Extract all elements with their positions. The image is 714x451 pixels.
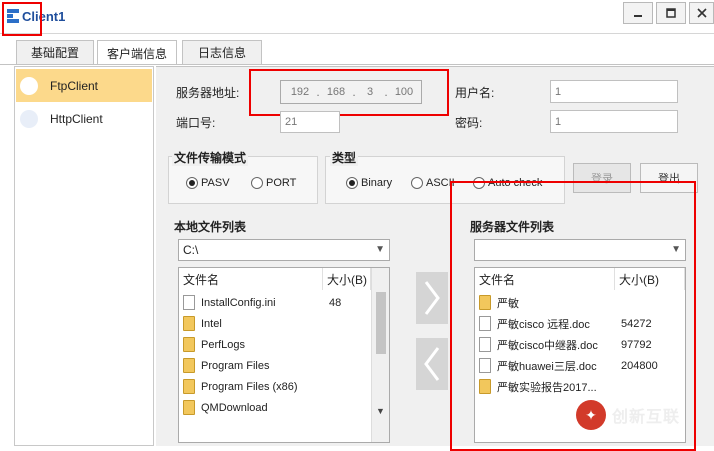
radio-icon [411,177,423,189]
password-label: 密码: [455,116,483,130]
file-icon [183,295,195,310]
title-bar [0,0,714,34]
client-type-list: FtpClient HttpClient [14,66,154,446]
folder-icon [183,316,195,331]
radio-binary[interactable]: Binary [346,177,392,189]
radio-label: Binary [361,177,393,189]
maximize-icon [666,8,676,18]
column-header-name[interactable]: 文件名 [179,268,323,290]
ftp-client-icon [20,76,38,95]
radio-selected-icon [346,177,358,189]
password-input[interactable]: 1 [550,110,678,133]
sidebar-item-label: FtpClient [50,78,99,93]
table-row[interactable]: QMDownload [183,397,371,418]
title-highlight-box [2,2,42,36]
close-button[interactable] [689,2,714,24]
local-scrollbar[interactable]: ▼ [371,268,389,442]
file-name: PerfLogs [201,338,246,351]
file-name: InstallConfig.ini [201,296,276,309]
radio-label: PORT [266,177,297,189]
radio-port[interactable]: PORT [251,177,296,189]
minimize-icon [634,15,642,17]
file-size: 48 [329,296,342,309]
minimize-button[interactable] [623,2,653,24]
radio-pasv[interactable]: PASV [186,177,230,189]
close-icon [696,8,707,18]
chevron-left-icon [424,347,440,381]
ip-highlight-box [249,69,449,116]
watermark-text: 创新互联 [612,409,681,426]
local-list-title: 本地文件列表 [172,218,249,235]
table-row[interactable]: Program Files (x86) [183,376,371,397]
download-arrow-button[interactable] [416,338,448,390]
radio-label: PASV [201,177,230,189]
radio-selected-icon [186,177,198,189]
http-client-icon [20,109,38,128]
file-name: Program Files (x86) [201,380,298,393]
maximize-button[interactable] [656,2,686,24]
watermark-logo-icon: ✦ [576,400,606,430]
transfer-mode-title: 文件传输模式 [172,149,249,166]
port-input[interactable]: 21 [280,111,340,133]
folder-icon [183,379,195,394]
chevron-down-icon: ▼ [375,244,385,255]
username-label: 用户名: [455,86,495,100]
table-row[interactable]: PerfLogs [183,334,371,355]
tab-client-info[interactable]: 客户端信息 [97,40,177,65]
folder-icon [183,358,195,373]
folder-icon [183,337,195,352]
folder-icon [183,400,195,415]
tab-log-info[interactable]: 日志信息 [182,40,262,64]
chevron-right-icon [424,281,440,315]
table-row[interactable]: InstallConfig.ini 48 [183,292,371,313]
table-row[interactable]: Intel [183,313,371,334]
file-name: QMDownload [201,401,268,414]
file-name: Program Files [201,359,270,372]
local-path-select[interactable]: C:\ ▼ [178,239,390,261]
local-file-table: 文件名 大小(B) InstallConfig.ini 48 Intel PerfLo… [178,267,390,443]
type-title: 类型 [330,149,359,166]
tab-divider [0,64,714,65]
sidebar-item-httpclient[interactable]: HttpClient [16,102,152,135]
radio-ascii[interactable]: ASCII [411,177,455,189]
radio-icon [251,177,263,189]
sidebar-item-ftpclient[interactable]: FtpClient [16,69,152,102]
column-header-size[interactable]: 大小(B) [323,268,371,290]
sidebar-item-label: HttpClient [50,111,103,126]
tab-basic-config[interactable]: 基础配置 [16,40,94,64]
server-address-label: 服务器地址: [176,86,240,100]
scrollbar-thumb[interactable] [376,292,386,354]
local-path-value: C:\ [183,243,199,257]
table-row[interactable]: Program Files [183,355,371,376]
port-label: 端口号: [176,116,216,130]
watermark: ✦ 创新互联 [576,395,714,435]
username-input[interactable]: 1 [550,80,678,103]
upload-arrow-button[interactable] [416,272,448,324]
scroll-down-icon[interactable]: ▼ [376,406,385,416]
file-name: Intel [201,317,222,330]
